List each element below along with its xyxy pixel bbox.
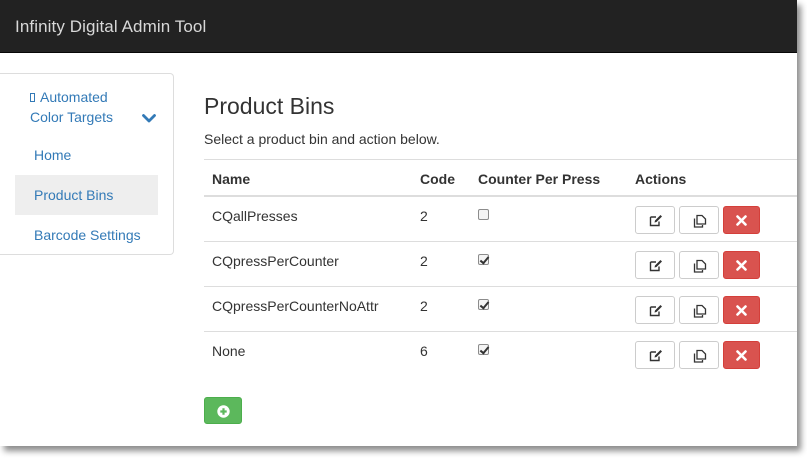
column-header-code: Code (420, 171, 455, 187)
column-header-counter-per-press: Counter Per Press (478, 171, 601, 187)
delete-button[interactable] (723, 341, 760, 369)
navbar: Infinity Digital Admin Tool (0, 0, 797, 53)
table-divider (204, 286, 797, 287)
glyph-icon (30, 93, 35, 102)
delete-button[interactable] (723, 251, 760, 279)
app-title[interactable]: Infinity Digital Admin Tool (15, 17, 206, 37)
page-title: Product Bins (204, 93, 335, 119)
sidebar-item-product-bins[interactable]: Product Bins (15, 175, 158, 215)
delete-button[interactable] (723, 296, 760, 324)
cell-code: 2 (420, 208, 428, 224)
copy-button[interactable] (679, 296, 719, 324)
table-divider (204, 195, 797, 197)
edit-button[interactable] (635, 251, 675, 279)
chevron-down-icon[interactable] (142, 114, 156, 124)
column-header-actions: Actions (635, 171, 687, 187)
table-divider (204, 241, 797, 242)
edit-icon (649, 305, 662, 317)
add-product-bin-button[interactable] (204, 397, 242, 424)
table-divider (204, 159, 797, 160)
edit-button[interactable] (635, 341, 675, 369)
copy-icon (693, 304, 707, 318)
edit-button[interactable] (635, 206, 675, 234)
cell-name: CQpressPerCounter (212, 253, 339, 269)
sidebar-item-label: Product Bins (34, 187, 114, 203)
cell-name: None (212, 343, 246, 359)
delete-icon (736, 215, 747, 226)
edit-icon (649, 260, 662, 272)
delete-icon (736, 350, 747, 361)
column-header-name: Name (212, 171, 251, 187)
sidebar-item-home[interactable]: Home (15, 135, 158, 175)
sidebar-item-barcode-settings[interactable]: Barcode Settings (15, 215, 158, 255)
sidebar-item-automated-color-targets[interactable]: Automated Color Targets (15, 84, 158, 140)
sidebar-item-label: Barcode Settings (34, 227, 141, 243)
delete-button[interactable] (723, 206, 760, 234)
delete-icon (736, 260, 747, 271)
cell-code: 2 (420, 298, 428, 314)
counter-per-press-checkbox[interactable] (478, 344, 489, 355)
counter-per-press-checkbox[interactable] (478, 254, 489, 265)
plus-circle-icon (217, 405, 230, 418)
cell-name: CQpressPerCounterNoAttr (212, 298, 379, 314)
table-divider (204, 331, 797, 332)
edit-icon (649, 350, 662, 362)
cell-name: CQallPresses (212, 208, 298, 224)
copy-button[interactable] (679, 206, 719, 234)
sidebar-item-label: Automated (30, 87, 108, 107)
cell-code: 6 (420, 343, 428, 359)
sidebar-item-label: Color Targets (30, 109, 114, 125)
app-window: Infinity Digital Admin Tool Automated Co… (0, 0, 797, 446)
sidebar: Automated Color Targets Home Product Bin… (0, 73, 174, 255)
delete-icon (736, 305, 747, 316)
copy-button[interactable] (679, 341, 719, 369)
copy-icon (693, 349, 707, 363)
page-subtitle: Select a product bin and action below. (204, 131, 440, 147)
copy-button[interactable] (679, 251, 719, 279)
copy-icon (693, 259, 707, 273)
edit-button[interactable] (635, 296, 675, 324)
sidebar-item-label: Home (34, 147, 72, 163)
edit-icon (649, 215, 662, 227)
counter-per-press-checkbox[interactable] (478, 299, 489, 310)
counter-per-press-checkbox[interactable] (478, 209, 489, 220)
copy-icon (693, 214, 707, 228)
cell-code: 2 (420, 253, 428, 269)
